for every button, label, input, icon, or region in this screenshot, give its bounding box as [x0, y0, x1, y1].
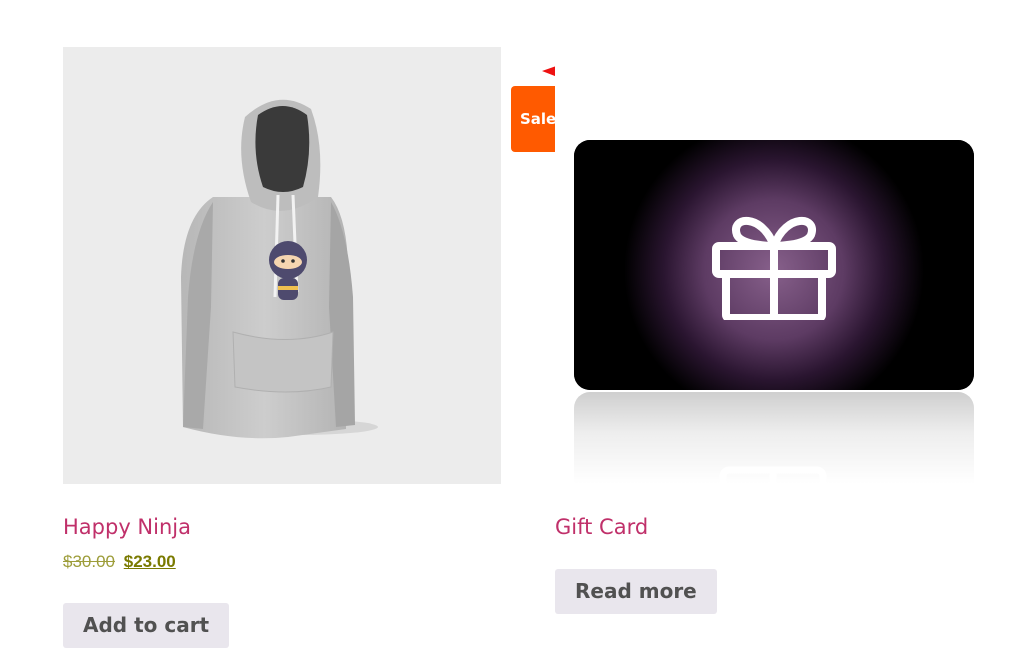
- gift-icon-reflection: [719, 466, 827, 484]
- product-card-gift-card: Gift Card Read more: [555, 47, 993, 614]
- regular-price: $30.00: [63, 552, 115, 571]
- sale-price: $23.00: [123, 552, 176, 571]
- gift-card-reflection: [574, 392, 974, 484]
- gift-icon: [712, 217, 836, 320]
- hoodie-image: [181, 99, 378, 439]
- product-price: $30.00 $23.00: [63, 552, 176, 572]
- add-to-cart-button[interactable]: Add to cart: [63, 603, 230, 648]
- product-card-happy-ninja: Sale! Happy Ninja $30.00 $23.00 Add to c…: [63, 47, 572, 648]
- product-image-hoodie[interactable]: Sale!: [63, 47, 572, 484]
- product-image-gift-card[interactable]: [555, 47, 993, 484]
- product-title[interactable]: Happy Ninja: [63, 515, 191, 539]
- read-more-button[interactable]: Read more: [555, 569, 717, 614]
- product-title[interactable]: Gift Card: [555, 515, 648, 539]
- gift-card-image: [574, 140, 974, 390]
